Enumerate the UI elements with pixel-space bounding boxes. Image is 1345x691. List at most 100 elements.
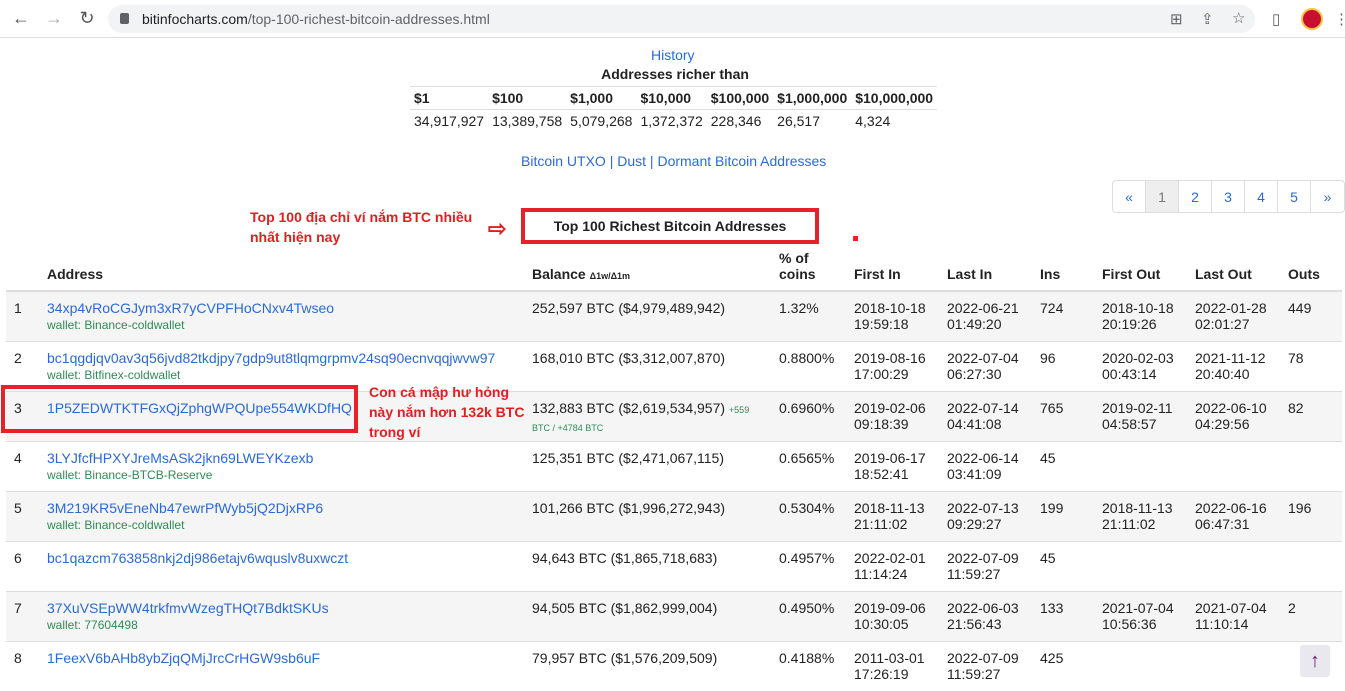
first-in-date: 2019-08-16 — [854, 349, 926, 366]
rank: 5 — [6, 490, 39, 541]
first-out — [1094, 440, 1187, 491]
table-row: 4 3LYJfcfHPXYJreMsASk2jkn69LWEYKzexb wall… — [6, 440, 1342, 491]
last-out: 2021-07-04 11:10:14 — [1187, 590, 1280, 641]
first-in-time: 17:00:29 — [854, 365, 909, 382]
side-panel-icon[interactable]: ▯ — [1272, 10, 1280, 28]
last-in-date: 2022-07-09 — [947, 549, 1019, 566]
menu-icon[interactable]: ⋮ — [1334, 10, 1345, 28]
col-outs[interactable]: Outs — [1280, 246, 1342, 292]
back-icon[interactable]: ← — [10, 8, 32, 29]
avatar[interactable] — [1301, 8, 1323, 30]
first-in: 2019-08-16 17:00:29 — [846, 340, 939, 391]
highlight-box — [1, 385, 358, 433]
last-in-date: 2022-07-04 — [947, 349, 1019, 366]
address-cell: 3LYJfcfHPXYJreMsASk2jkn69LWEYKzexb wallet… — [39, 440, 524, 491]
first-in: 2018-11-13 21:11:02 — [846, 490, 939, 541]
first-out: 2020-02-03 00:43:14 — [1094, 340, 1187, 391]
first-in-date: 2019-06-17 — [854, 449, 926, 466]
last-in-date: 2022-06-14 — [947, 449, 1019, 466]
star-icon[interactable]: ☆ — [1232, 9, 1245, 27]
history-link[interactable]: History — [651, 47, 695, 63]
url-path: /top-100-richest-bitcoin-addresses.html — [247, 11, 490, 27]
reload-icon[interactable]: ↻ — [76, 8, 98, 29]
last-in-time: 11:59:27 — [947, 565, 1001, 582]
balance: 132,883 BTC ($2,619,534,957) — [532, 399, 726, 416]
last-in-date: 2022-07-13 — [947, 499, 1019, 516]
last-out-date: 2022-01-28 — [1195, 300, 1267, 316]
first-out — [1094, 640, 1187, 691]
first-out-time: 04:58:57 — [1102, 415, 1157, 432]
page-next[interactable]: » — [1311, 181, 1344, 212]
share-icon[interactable]: ⇪ — [1201, 10, 1214, 28]
last-in-date: 2022-07-14 — [947, 399, 1019, 416]
address-link[interactable]: 3M219KR5vEneNb47ewrPfWyb5jQ2DjxRP6 — [47, 500, 323, 516]
ins: 45 — [1032, 440, 1094, 491]
first-in-time: 18:52:41 — [854, 465, 909, 482]
first-in-time: 19:59:18 — [854, 316, 909, 332]
balance-cell: 252,597 BTC ($4,979,489,942) — [524, 290, 771, 341]
translate-icon[interactable]: ⊞ — [1170, 10, 1183, 28]
table-row: 7 37XuVSEpWW4trkfmvWzegTHQt7BdktSKUs wall… — [6, 590, 1342, 641]
address-link[interactable]: 34xp4vRoCGJym3xR7yCVPFHoCNxv4Twseo — [47, 300, 334, 316]
scroll-top-button[interactable]: ↑ — [1300, 645, 1330, 677]
red-marker — [853, 236, 858, 241]
table-row: 6 bc1qazcm763858nkj2dj986etajv6wquslv8ux… — [6, 540, 1342, 591]
rich-header: $100,000 — [706, 86, 774, 110]
address-cell: 3M219KR5vEneNb47ewrPfWyb5jQ2DjxRP6 wallet… — [39, 490, 524, 541]
dust-link[interactable]: Dust — [617, 153, 646, 169]
balance: 252,597 BTC ($4,979,489,942) — [532, 300, 726, 316]
balance-cell: 101,266 BTC ($1,996,272,943) — [524, 490, 771, 541]
rich-value: 13,389,758 — [492, 113, 563, 129]
richer-than-table: Addresses richer than $1 $100 $1,000 $10… — [410, 66, 940, 132]
forward-icon[interactable]: → — [43, 8, 65, 29]
col-last-in[interactable]: Last In — [939, 246, 1032, 292]
lock-icon — [120, 13, 129, 24]
last-out: 2022-01-28 02:01:27 — [1187, 290, 1280, 341]
last-in: 2022-07-09 11:59:27 — [939, 540, 1032, 591]
page-3[interactable]: 3 — [1212, 181, 1245, 212]
pagination: « 1 2 3 4 5 » — [1112, 180, 1345, 213]
col-rank — [6, 246, 39, 292]
last-out — [1187, 640, 1280, 691]
last-out-date: 2022-06-16 — [1195, 499, 1267, 516]
address-link[interactable]: bc1qazcm763858nkj2dj986etajv6wquslv8uxwc… — [47, 550, 348, 566]
rank: 1 — [6, 290, 39, 341]
col-balance-sub: Δ1w/Δ1m — [589, 271, 631, 281]
ins: 45 — [1032, 540, 1094, 591]
wallet-label: wallet: 77604498 — [47, 617, 138, 632]
col-pct[interactable]: % of coins — [771, 246, 846, 292]
page-5[interactable]: 5 — [1278, 181, 1311, 212]
pct-coins: 0.6960% — [771, 390, 846, 441]
first-out: 2021-07-04 10:56:36 — [1094, 590, 1187, 641]
utxo-link[interactable]: Bitcoin UTXO — [521, 153, 606, 169]
last-in-time: 11:59:27 — [947, 665, 1001, 682]
address-link[interactable]: 37XuVSEpWW4trkfmvWzegTHQt7BdktSKUs — [47, 600, 329, 616]
outs — [1280, 440, 1342, 491]
related-links: Bitcoin UTXO | Dust | Dormant Bitcoin Ad… — [521, 153, 826, 169]
balance-cell: 79,957 BTC ($1,576,209,509) — [524, 640, 771, 691]
address-link[interactable]: 1FeexV6bAHb8ybZjqQMjJrcCrHGW9sb6uF — [47, 650, 320, 666]
col-first-in[interactable]: First In — [846, 246, 939, 292]
address-bar[interactable]: bitinfocharts.com/top-100-richest-bitcoi… — [108, 5, 1255, 33]
address-link[interactable]: bc1qgdjqv0av3q56jvd82tkdjpy7gdp9ut8tlqmg… — [47, 350, 495, 366]
col-last-out[interactable]: Last Out — [1187, 246, 1280, 292]
col-address[interactable]: Address — [39, 246, 524, 292]
ins: 724 — [1032, 290, 1094, 341]
address-link[interactable]: 3LYJfcfHPXYJreMsASk2jkn69LWEYKzexb — [47, 450, 313, 466]
page-4[interactable]: 4 — [1245, 181, 1278, 212]
page-1[interactable]: 1 — [1146, 181, 1179, 212]
col-balance[interactable]: Balance Δ1w/Δ1m — [524, 246, 771, 292]
page-2[interactable]: 2 — [1179, 181, 1212, 212]
first-out-date: 2021-07-04 — [1102, 599, 1174, 616]
col-first-out[interactable]: First Out — [1094, 246, 1187, 292]
pct-coins: 0.6565% — [771, 440, 846, 491]
arrow-right-icon: ⇨ — [488, 216, 507, 241]
col-ins[interactable]: Ins — [1032, 246, 1094, 292]
balance: 79,957 BTC ($1,576,209,509) — [532, 649, 718, 666]
pct-coins: 0.8800% — [771, 340, 846, 391]
separator: | — [605, 153, 618, 169]
first-in-date: 2018-10-18 — [854, 300, 926, 316]
dormant-link[interactable]: Dormant Bitcoin Addresses — [657, 153, 826, 169]
last-out: 2022-06-10 04:29:56 — [1187, 390, 1280, 441]
page-prev[interactable]: « — [1113, 181, 1146, 212]
